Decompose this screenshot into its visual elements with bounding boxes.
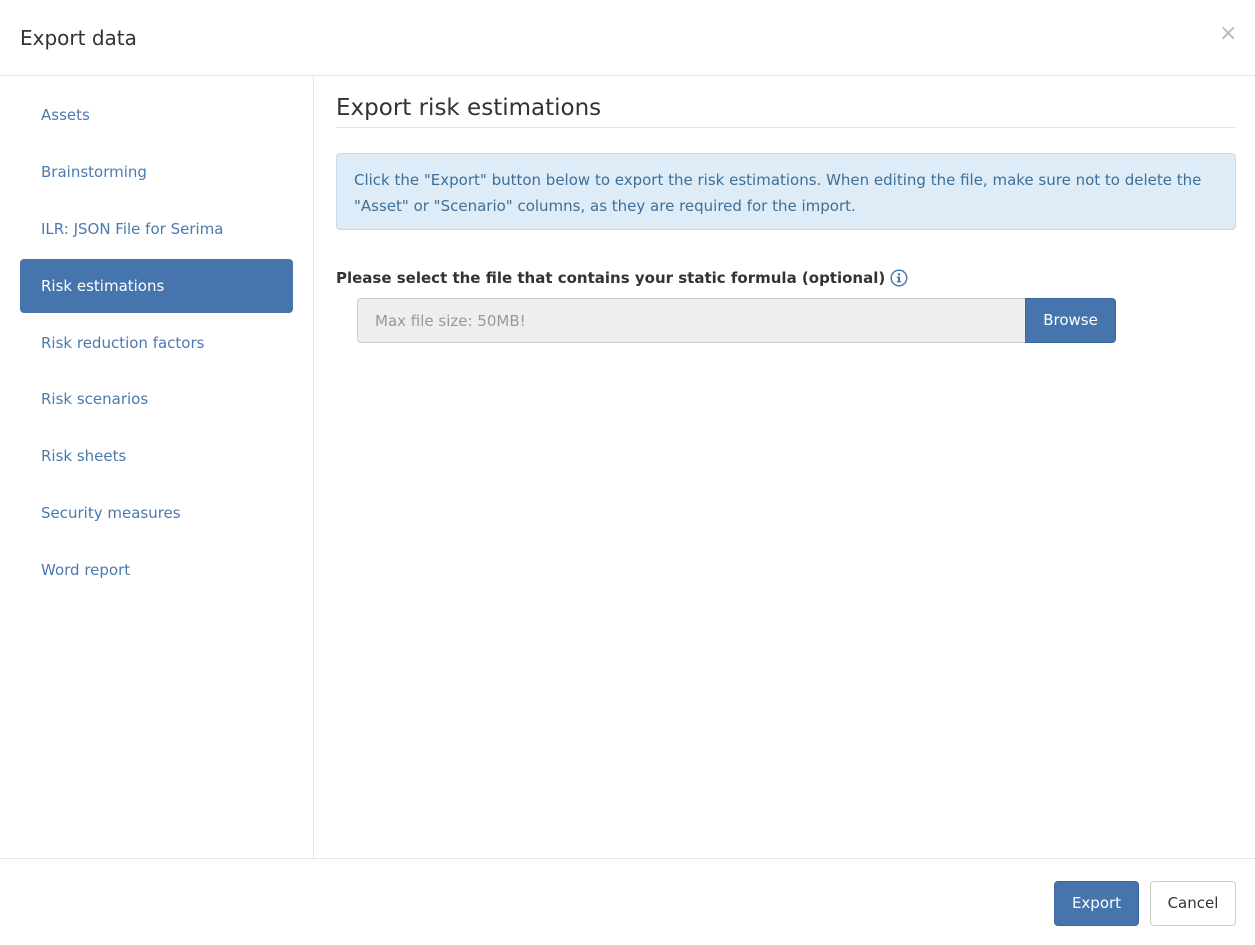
close-icon[interactable]: × [1219,20,1237,48]
sidebar: Assets Brainstorming ILR: JSON File for … [0,76,314,858]
export-type-nav: Assets Brainstorming ILR: JSON File for … [20,88,293,600]
info-alert: Click the "Export" button below to expor… [336,153,1236,230]
title-divider [336,127,1236,128]
sidebar-item-ilr-json[interactable]: ILR: JSON File for Serima [20,202,293,256]
browse-button[interactable]: Browse [1025,298,1116,343]
sidebar-item-risk-estimations[interactable]: Risk estimations [20,258,293,313]
info-icon[interactable] [890,269,908,287]
file-field-label-row: Please select the file that contains you… [336,267,908,289]
export-data-dialog: Export data × Assets Brainstorming ILR: … [0,0,1255,945]
sidebar-item-word-report[interactable]: Word report [20,543,293,597]
page-title: Export risk estimations [336,95,602,121]
sidebar-item-risk-sheets[interactable]: Risk sheets [20,429,293,483]
file-upload-group: Browse [357,298,1116,343]
cancel-button[interactable]: Cancel [1150,881,1236,926]
sidebar-item-brainstorming[interactable]: Brainstorming [20,145,293,199]
sidebar-item-risk-scenarios[interactable]: Risk scenarios [20,372,293,426]
sidebar-item-security-measures[interactable]: Security measures [20,486,293,540]
file-field-label: Please select the file that contains you… [336,269,886,287]
dialog-title: Export data [20,26,137,50]
sidebar-item-assets[interactable]: Assets [20,88,293,142]
sidebar-item-risk-reduction-factors[interactable]: Risk reduction factors [20,316,293,370]
export-button[interactable]: Export [1054,881,1139,926]
file-path-input[interactable] [357,298,1025,343]
dialog-footer: Export Cancel [0,858,1255,945]
dialog-header: Export data × [0,0,1255,76]
